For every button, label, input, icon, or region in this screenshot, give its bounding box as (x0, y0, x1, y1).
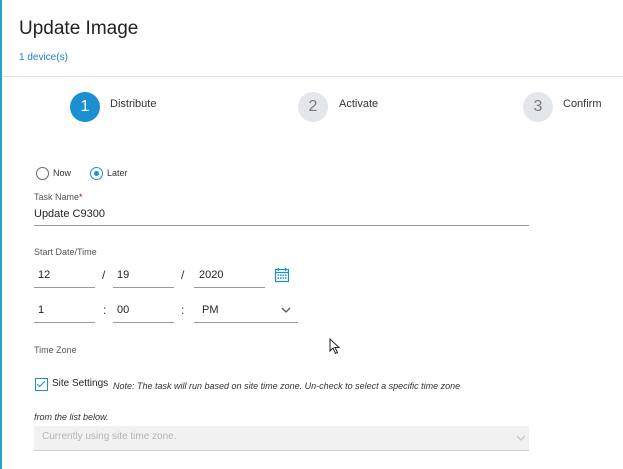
task-name-value: Update C9300 (34, 208, 105, 220)
later-radio[interactable] (90, 167, 103, 180)
meridiem-value: PM (202, 304, 219, 316)
now-radio[interactable] (36, 167, 49, 180)
step-number-badge: 1 (70, 92, 100, 122)
step-number-badge: 3 (523, 92, 553, 122)
left-accent-border (0, 0, 2, 469)
header-divider (2, 76, 623, 77)
day-value: 19 (117, 269, 130, 281)
step-number-badge: 2 (298, 92, 328, 122)
device-count-link[interactable]: 1 device(s) (19, 52, 68, 63)
hour-value: 1 (38, 304, 45, 316)
month-underline (34, 287, 95, 288)
chevron-down-icon (516, 435, 526, 441)
time-separator: : (103, 303, 107, 317)
site-settings-label: Site Settings (52, 378, 109, 389)
time-zone-select-placeholder: Currently using site time zone. (42, 431, 177, 442)
minute-underline (113, 322, 174, 323)
time-zone-note-continued: from the list below. (34, 412, 109, 422)
chevron-down-icon (281, 307, 291, 313)
task-name-label-text: Task Name (34, 192, 80, 202)
hour-underline (34, 322, 95, 323)
later-radio-label: Later (107, 168, 128, 178)
year-value: 2020 (199, 269, 224, 281)
step-label: Distribute (110, 98, 157, 110)
minute-value: 00 (117, 304, 130, 316)
time-separator: : (181, 303, 185, 317)
date-separator: / (181, 268, 185, 282)
year-underline (194, 287, 265, 288)
site-settings-checkbox[interactable] (35, 378, 48, 391)
start-datetime-label: Start Date/Time (34, 247, 97, 257)
step-label: Activate (339, 98, 379, 110)
meridiem-underline (194, 322, 298, 323)
mouse-cursor-icon (329, 338, 341, 355)
task-name-label: Task Name* (34, 192, 83, 202)
time-zone-label: Time Zone (34, 345, 77, 355)
time-zone-select[interactable]: Currently using site time zone. (34, 426, 529, 451)
task-name-underline (34, 225, 529, 226)
step-label: Confirm (563, 98, 602, 110)
day-underline (113, 287, 174, 288)
required-asterisk: * (79, 192, 83, 202)
page-title: Update Image (19, 18, 139, 39)
time-zone-note: Note: The task will run based on site ti… (113, 381, 461, 391)
month-value: 12 (38, 269, 51, 281)
date-separator: / (102, 268, 106, 282)
calendar-icon[interactable] (274, 267, 290, 283)
now-radio-label: Now (53, 168, 72, 178)
